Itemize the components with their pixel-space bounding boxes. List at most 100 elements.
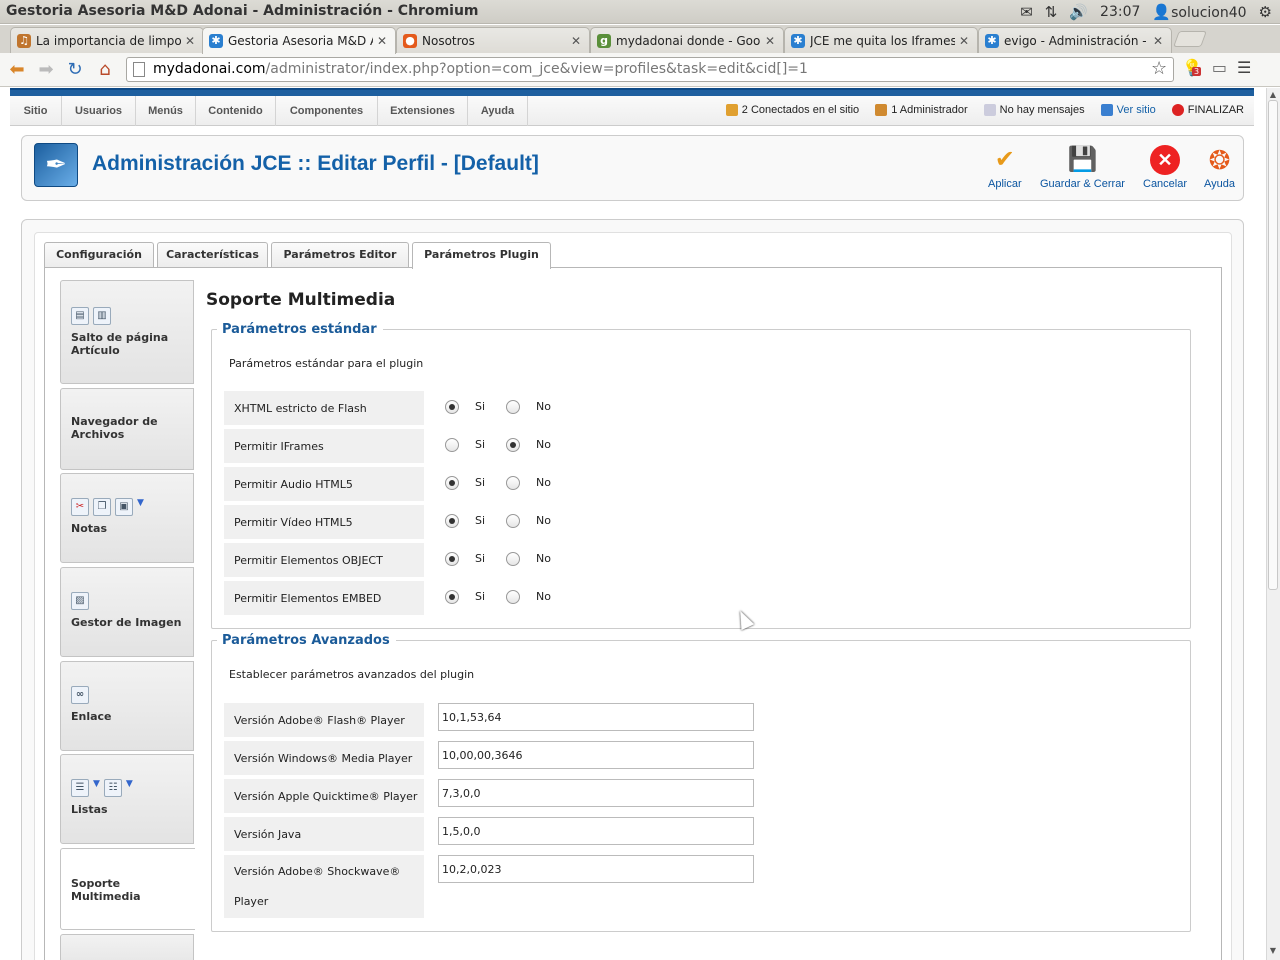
wrench-menu-icon[interactable]: ☰ <box>1237 58 1251 77</box>
menu-menus[interactable]: Menús <box>136 96 196 126</box>
plugin-item-notes[interactable]: ✂ ❐ ▣ ▼ Notas <box>60 473 194 563</box>
radio-no-label[interactable]: No <box>536 438 551 451</box>
plugin-item-pagebreak[interactable]: ▤ ▥ Salto de página Artículo <box>60 280 194 384</box>
plugin-item-link[interactable]: ∞ Enlace <box>60 661 194 751</box>
close-icon[interactable]: ✕ <box>1153 34 1165 48</box>
radio-yes-label[interactable]: Si <box>475 438 485 451</box>
mail-icon[interactable]: ✉ <box>1020 3 1033 21</box>
browser-tab[interactable]: ♫ La importancia de limport ✕ <box>10 27 204 53</box>
radio-no-label[interactable]: No <box>536 552 551 565</box>
forward-arrow-icon[interactable]: ➡ <box>35 60 57 80</box>
browser-tab[interactable]: ✱ JCE me quita los Iframes. ✕ <box>784 27 978 53</box>
param-label: XHTML estricto de Flash <box>224 391 424 425</box>
radio-no-label[interactable]: No <box>536 400 551 413</box>
admin-status-area: 2 Conectados en el sitio 1 Administrador… <box>725 104 1244 116</box>
radio-no-label[interactable]: No <box>536 476 551 489</box>
radio-no[interactable] <box>506 514 520 528</box>
tab-parametros-editor[interactable]: Parámetros Editor <box>271 242 409 268</box>
lightbulb-icon[interactable]: 💡3 <box>1182 58 1202 77</box>
plugin-item-lists[interactable]: ☰ ▼ ☷ ▼ Listas <box>60 754 194 844</box>
menu-componentes[interactable]: Componentes <box>276 96 378 126</box>
link-icon: ∞ <box>71 686 89 704</box>
menu-sitio[interactable]: Sitio <box>10 96 62 126</box>
connected-text: 2 Conectados en el sitio <box>741 104 860 116</box>
tab-label: mydadonai donde - Googl <box>616 33 761 48</box>
network-icon[interactable]: ⇅ <box>1045 3 1058 21</box>
radio-no[interactable] <box>506 476 520 490</box>
close-icon[interactable]: ✕ <box>571 34 583 48</box>
reload-icon[interactable]: ↻ <box>64 60 86 80</box>
admins-status[interactable]: 1 Administrador <box>875 104 968 116</box>
menu-extensiones[interactable]: Extensiones <box>378 96 468 126</box>
jce-feather-icon: ✒ <box>34 143 78 187</box>
star-icon[interactable]: ☆ <box>1151 58 1167 79</box>
user-menu[interactable]: 👤solucion40 <box>1152 3 1246 21</box>
version-input[interactable] <box>438 779 754 807</box>
close-icon[interactable]: ✕ <box>185 34 197 48</box>
extension-icon[interactable]: ▭ <box>1212 58 1227 77</box>
browser-tab[interactable]: ● Nosotros ✕ <box>396 27 590 53</box>
tab-parametros-plugin[interactable]: Parámetros Plugin <box>412 242 551 269</box>
menu-ayuda[interactable]: Ayuda <box>468 96 528 126</box>
menu-contenido[interactable]: Contenido <box>196 96 276 126</box>
volume-icon[interactable]: 🔊 <box>1069 3 1088 21</box>
version-input[interactable] <box>438 703 754 731</box>
new-tab-button[interactable] <box>1173 31 1207 47</box>
radio-no[interactable] <box>506 552 520 566</box>
tab-caracteristicas[interactable]: Características <box>157 242 268 268</box>
radio-yes-label[interactable]: Si <box>475 514 485 527</box>
version-input[interactable] <box>438 855 754 883</box>
radio-yes[interactable] <box>445 590 459 604</box>
radio-no[interactable] <box>506 400 520 414</box>
plugin-item-browser[interactable]: Navegador de Archivos <box>60 388 194 470</box>
cancel-button[interactable]: ✕ Cancelar <box>1143 145 1187 190</box>
radio-yes-label[interactable]: Si <box>475 590 485 603</box>
radio-yes[interactable] <box>445 400 459 414</box>
plugin-item-next[interactable] <box>60 934 194 960</box>
radio-yes[interactable] <box>445 476 459 490</box>
version-input[interactable] <box>438 741 754 769</box>
apply-button[interactable]: ✔ Aplicar <box>988 145 1022 190</box>
gear-icon[interactable]: ⚙ <box>1259 3 1272 21</box>
radio-no-label[interactable]: No <box>536 590 551 603</box>
browser-tab[interactable]: ✱ evigo - Administración - A ✕ <box>978 27 1172 53</box>
plugin-item-image[interactable]: ▨ Gestor de Imagen <box>60 567 194 657</box>
radio-no[interactable] <box>506 438 520 452</box>
clock[interactable]: 23:07 <box>1100 4 1140 20</box>
plugin-item-media[interactable]: Soporte Multimedia <box>60 848 195 930</box>
apply-label: Aplicar <box>988 178 1022 190</box>
connected-status[interactable]: 2 Conectados en el sitio <box>725 104 860 116</box>
page-icon <box>133 62 145 77</box>
radio-yes[interactable] <box>445 438 459 452</box>
messages-status[interactable]: No hay mensajes <box>983 104 1085 116</box>
close-icon[interactable]: ✕ <box>765 34 777 48</box>
lifebuoy-icon: ❂ <box>1208 145 1231 175</box>
radio-no-label[interactable]: No <box>536 514 551 527</box>
advanced-params-description: Establecer parámetros avanzados del plug… <box>229 668 475 681</box>
radio-yes[interactable] <box>445 514 459 528</box>
param-label: Permitir IFrames <box>224 429 424 463</box>
menu-usuarios[interactable]: Usuarios <box>62 96 136 126</box>
browser-tab[interactable]: ✱ Gestoria Asesoria M&D Ac ✕ <box>202 27 396 54</box>
logout-link[interactable]: FINALIZAR <box>1171 104 1244 116</box>
version-input[interactable] <box>438 817 754 845</box>
radio-no[interactable] <box>506 590 520 604</box>
radio-yes-label[interactable]: Si <box>475 400 485 413</box>
radio-yes-label[interactable]: Si <box>475 552 485 565</box>
view-site-link[interactable]: Ver sitio <box>1100 104 1156 116</box>
home-icon[interactable]: ⌂ <box>94 60 116 80</box>
page-title: Administración JCE :: Editar Perfil - [D… <box>92 152 539 175</box>
help-button[interactable]: ❂ Ayuda <box>1204 145 1235 190</box>
save-close-button[interactable]: 💾 Guardar & Cerrar <box>1040 145 1125 190</box>
close-icon[interactable]: ✕ <box>377 34 389 48</box>
scroll-up-arrow-icon[interactable]: ▲ <box>1267 90 1279 102</box>
tab-configuracion[interactable]: Configuración <box>44 242 154 268</box>
radio-yes-label[interactable]: Si <box>475 476 485 489</box>
scroll-down-arrow-icon[interactable]: ▼ <box>1267 946 1279 958</box>
radio-yes[interactable] <box>445 552 459 566</box>
scrollbar-thumb[interactable] <box>1268 100 1278 590</box>
back-arrow-icon[interactable]: ⬅ <box>6 60 28 80</box>
address-bar[interactable]: mydadonai.com/administrator/index.php?op… <box>126 57 1174 82</box>
close-icon[interactable]: ✕ <box>959 34 971 48</box>
browser-tab[interactable]: g mydadonai donde - Googl ✕ <box>590 27 784 53</box>
